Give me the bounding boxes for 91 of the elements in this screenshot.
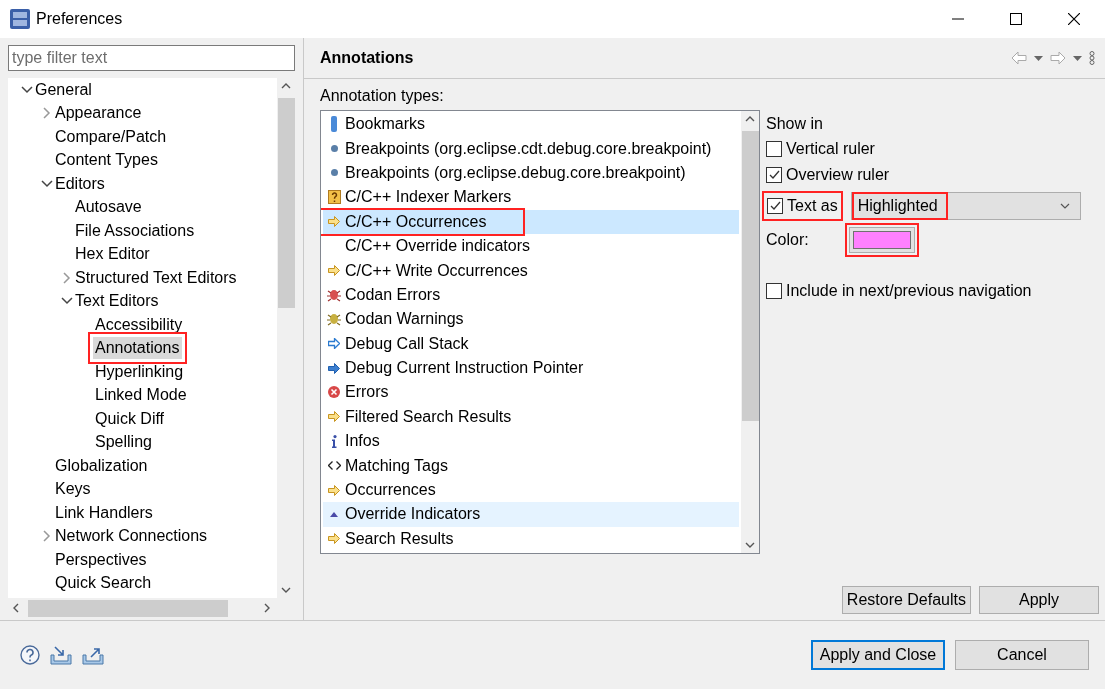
- annotation-type-item[interactable]: Debug Call Stack: [323, 331, 739, 356]
- tree-item[interactable]: Hex Editor: [73, 243, 152, 266]
- annotation-type-item[interactable]: Search Results: [323, 526, 739, 552]
- tree-item[interactable]: General: [33, 78, 94, 101]
- annotation-type-item[interactable]: C/C++ Override indicators: [323, 233, 739, 259]
- vertical-scrollbar[interactable]: [741, 111, 759, 553]
- checkmark-icon: [768, 170, 780, 180]
- checkbox-label[interactable]: Include in next/previous navigation: [786, 282, 1032, 300]
- angle-brackets-icon: [327, 461, 341, 471]
- dialog-button[interactable]: Apply and Close: [811, 640, 945, 670]
- tree-item[interactable]: Spelling: [93, 431, 154, 454]
- arrow-icon: [328, 411, 340, 423]
- tree-item[interactable]: Content Types: [53, 149, 160, 172]
- expand-chevron-icon[interactable]: [40, 107, 53, 120]
- bug-icon: [327, 287, 341, 302]
- annotation-type-item[interactable]: Matching Tags: [323, 453, 739, 478]
- checkbox[interactable]: [767, 198, 783, 214]
- list-label: Annotation types:: [320, 87, 445, 105]
- tree-item[interactable]: Quick Search: [53, 572, 154, 595]
- dropdown-caret-icon: [1060, 203, 1070, 209]
- question-icon: [327, 190, 341, 205]
- annotation-type-item[interactable]: C/C++ Indexer Markers: [323, 185, 739, 210]
- collapse-chevron-icon[interactable]: [20, 83, 33, 96]
- color-label: Color:: [766, 231, 809, 249]
- checkbox[interactable]: [766, 167, 782, 183]
- tree-item[interactable]: Link Handlers: [53, 501, 155, 524]
- annotation-type-item[interactable]: Debug Current Instruction Pointer: [323, 355, 739, 381]
- tree-item[interactable]: Autosave: [73, 196, 144, 219]
- checkmark-icon: [769, 201, 781, 211]
- tree-item[interactable]: Keys: [53, 478, 93, 501]
- checkbox-label[interactable]: Overview ruler: [786, 166, 890, 184]
- checkbox-label[interactable]: Text as: [787, 197, 838, 215]
- tree-item[interactable]: Globalization: [53, 454, 150, 477]
- annotation-type-item[interactable]: Bookmarks: [323, 112, 739, 137]
- annotation-type-item[interactable]: Errors: [323, 380, 739, 405]
- dialog-button[interactable]: Cancel: [955, 640, 1089, 670]
- annotation-type-item[interactable]: Breakpoints (org.eclipse.debug.core.breakpoint): [323, 160, 739, 186]
- tree-item[interactable]: Network Connections: [53, 525, 210, 548]
- arrow-icon: [328, 338, 340, 350]
- import-icon[interactable]: [50, 645, 72, 665]
- tree-item[interactable]: Editors: [53, 172, 107, 195]
- expand-chevron-icon[interactable]: [60, 271, 73, 284]
- restore-defaults-button[interactable]: Restore Defaults: [841, 586, 971, 614]
- view-menu-icon[interactable]: [1089, 51, 1095, 65]
- style-dropdown[interactable]: Highlighted: [850, 192, 1081, 220]
- export-icon[interactable]: [82, 645, 104, 665]
- arrow-icon: [328, 362, 340, 374]
- annotation-type-item[interactable]: C/C++ Occurrences: [323, 209, 739, 234]
- arrow-icon: [328, 484, 340, 496]
- tree-item[interactable]: Structured Text Editors: [73, 266, 239, 289]
- bookmark-icon: [331, 116, 337, 133]
- tree-item[interactable]: Compare/Patch: [53, 125, 169, 148]
- dot-icon: [330, 145, 338, 153]
- tree-item[interactable]: Hyperlinking: [93, 360, 186, 383]
- tree-item[interactable]: Appearance: [53, 102, 144, 125]
- annotation-type-item[interactable]: Filtered Search Results: [323, 404, 739, 430]
- checkbox[interactable]: [766, 283, 782, 299]
- dot-icon: [330, 169, 338, 177]
- tree-item[interactable]: Quick Diff: [93, 407, 167, 430]
- collapse-chevron-icon[interactable]: [40, 177, 53, 190]
- tree-item[interactable]: Accessibility: [93, 313, 185, 336]
- arrow-icon: [328, 265, 340, 277]
- bug-icon: [327, 312, 341, 327]
- triangle-icon: [330, 511, 338, 517]
- annotation-type-item[interactable]: Codan Errors: [323, 282, 739, 308]
- annotation-type-item[interactable]: C/C++ Write Occurrences: [323, 258, 739, 283]
- help-icon[interactable]: [20, 645, 40, 665]
- info-icon: [331, 434, 337, 448]
- expand-chevron-icon[interactable]: [40, 530, 53, 543]
- page-title: Annotations: [320, 49, 415, 67]
- tree-item[interactable]: Text Editors: [73, 290, 161, 313]
- arrow-icon: [328, 533, 340, 545]
- dropdown-caret-icon[interactable]: [1073, 55, 1082, 61]
- annotation-type-item[interactable]: Breakpoints (org.eclipse.cdt.debug.core.breakpoint): [323, 136, 739, 161]
- checkbox[interactable]: [766, 141, 782, 157]
- checkbox-label[interactable]: Vertical ruler: [786, 140, 875, 158]
- annotation-type-item[interactable]: Override Indicators: [323, 502, 739, 527]
- annotation-type-item[interactable]: Codan Warnings: [323, 307, 739, 332]
- dropdown-caret-icon[interactable]: [1034, 55, 1043, 61]
- error-icon: [328, 386, 340, 399]
- arrow-icon: [328, 216, 340, 228]
- tree-item[interactable]: Perspectives: [53, 548, 149, 571]
- tree-item[interactable]: Linked Mode: [93, 384, 189, 407]
- tree-item[interactable]: File Associations: [73, 219, 197, 242]
- app-logo-icon: [10, 9, 30, 29]
- section-heading: Show in: [766, 114, 824, 134]
- apply-button[interactable]: Apply: [979, 586, 1099, 614]
- window-title: Preferences: [36, 10, 124, 28]
- annotation-type-item[interactable]: Occurrences: [323, 477, 739, 503]
- annotation-type-item[interactable]: Infos: [323, 429, 739, 454]
- filter-field[interactable]: type filter text: [8, 45, 295, 71]
